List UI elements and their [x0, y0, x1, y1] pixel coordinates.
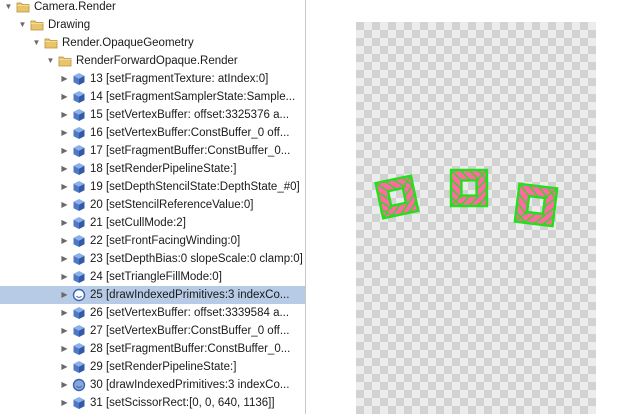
disclosure-collapsed-icon[interactable]: ▶ — [60, 124, 69, 142]
tree-item-label: 30 [drawIndexedPrimitives:3 indexCo... — [90, 379, 290, 391]
cube-icon — [72, 324, 86, 338]
cube-icon — [72, 144, 86, 158]
tree-item-label: 28 [setFragmentBuffer:ConstBuffer_0... — [90, 343, 291, 355]
disclosure-collapsed-icon[interactable]: ▶ — [60, 250, 69, 268]
frame-preview-panel — [306, 0, 619, 414]
command-row[interactable]: ▶ 27 [setVertexBuffer:ConstBuffer_0 off..… — [0, 322, 305, 340]
command-row[interactable]: ▶ 13 [setFragmentTexture: atIndex:0] — [0, 70, 305, 88]
command-row[interactable]: ▶ 19 [setDepthStencilState:DepthState_#0] — [0, 178, 305, 196]
command-row[interactable]: ▶ 29 [setRenderPipelineState:] — [0, 358, 305, 376]
tree-item-label: Drawing — [48, 19, 91, 31]
command-row[interactable]: ▶ 30 [drawIndexedPrimitives:3 indexCo... — [0, 376, 305, 394]
tree-item-label: 14 [setFragmentSamplerState:Sample... — [90, 91, 296, 103]
cube-icon — [72, 306, 86, 320]
disclosure-collapsed-icon[interactable]: ▶ — [60, 286, 69, 304]
tree-item-label: 18 [setRenderPipelineState:] — [90, 163, 237, 175]
tree-item-label: RenderForwardOpaque.Render — [76, 55, 238, 67]
tree-item-label: 15 [setVertexBuffer: offset:3325376 a... — [90, 109, 290, 121]
command-tree[interactable]: ▼ Camera.Render ▼ Drawing ▼ Render.OpaqueGeom… — [0, 0, 306, 414]
cube-icon — [72, 342, 86, 356]
tree-item-label: 16 [setVertexBuffer:ConstBuffer_0 off... — [90, 127, 290, 139]
cube-icon — [72, 72, 86, 86]
tree-item-label: 31 [setScissorRect:[0, 0, 640, 1136]] — [90, 397, 275, 409]
command-row[interactable]: ▶ 31 [setScissorRect:[0, 0, 640, 1136]] — [0, 394, 305, 412]
disclosure-collapsed-icon[interactable]: ▶ — [60, 160, 69, 178]
tree-item-label: 19 [setDepthStencilState:DepthState_#0] — [90, 181, 300, 193]
tree-item-label: 23 [setDepthBias:0 slopeScale:0 clamp:0] — [90, 253, 303, 265]
command-row[interactable]: ▶ 17 [setFragmentBuffer:ConstBuffer_0... — [0, 142, 305, 160]
disclosure-collapsed-icon[interactable]: ▶ — [60, 304, 69, 322]
disclosure-collapsed-icon[interactable]: ▶ — [60, 394, 69, 412]
cube-icon — [72, 270, 86, 284]
command-row[interactable]: ▶ 14 [setFragmentSamplerState:Sample... — [0, 88, 305, 106]
tree-group-row[interactable]: ▼ Camera.Render — [0, 0, 305, 16]
disclosure-collapsed-icon[interactable]: ▶ — [60, 340, 69, 358]
command-row[interactable]: ▶ 16 [setVertexBuffer:ConstBuffer_0 off..… — [0, 124, 305, 142]
command-row[interactable]: ▶ 25 [drawIndexedPrimitives:3 indexCo... — [0, 286, 305, 304]
tree-item-label: 13 [setFragmentTexture: atIndex:0] — [90, 73, 269, 85]
command-row[interactable]: ▶ 22 [setFrontFacingWinding:0] — [0, 232, 305, 250]
command-row[interactable]: ▶ 21 [setCullMode:2] — [0, 214, 305, 232]
folder-icon — [16, 0, 30, 14]
cube-icon — [72, 90, 86, 104]
transparency-checkerboard — [356, 22, 596, 414]
command-row[interactable]: ▶ 15 [setVertexBuffer: offset:3325376 a..… — [0, 106, 305, 124]
folder-icon — [58, 54, 72, 68]
disclosure-collapsed-icon[interactable]: ▶ — [60, 376, 69, 394]
tree-item-label: 24 [setTriangleFillMode:0] — [90, 271, 222, 283]
disclosure-collapsed-icon[interactable]: ▶ — [60, 322, 69, 340]
cube-icon — [72, 180, 86, 194]
tree-item-label: Camera.Render — [34, 1, 116, 13]
render-target-canvas[interactable] — [356, 22, 596, 414]
cube-icon — [72, 126, 86, 140]
folder-icon — [44, 36, 58, 50]
tree-item-label: 26 [setVertexBuffer: offset:3339584 a... — [90, 307, 290, 319]
tree-item-label: 25 [drawIndexedPrimitives:3 indexCo... — [90, 289, 290, 301]
cube-icon — [72, 252, 86, 266]
disclosure-collapsed-icon[interactable]: ▶ — [60, 88, 69, 106]
disclosure-collapsed-icon[interactable]: ▶ — [60, 214, 69, 232]
command-row[interactable]: ▶ 18 [setRenderPipelineState:] — [0, 160, 305, 178]
tree-group-row[interactable]: ▼ Drawing — [0, 16, 305, 34]
tree-item-label: 21 [setCullMode:2] — [90, 217, 186, 229]
disclosure-collapsed-icon[interactable]: ▶ — [60, 106, 69, 124]
tree-group-row[interactable]: ▼ Render.OpaqueGeometry — [0, 34, 305, 52]
command-row[interactable]: ▶ 24 [setTriangleFillMode:0] — [0, 268, 305, 286]
cube-icon — [72, 396, 86, 410]
tree-group-row[interactable]: ▼ RenderForwardOpaque.Render — [0, 52, 305, 70]
tree-item-label: 29 [setRenderPipelineState:] — [90, 361, 237, 373]
draw-call-icon — [72, 378, 86, 392]
command-row[interactable]: ▶ 23 [setDepthBias:0 slopeScale:0 clamp:0… — [0, 250, 305, 268]
tree-item-label: 22 [setFrontFacingWinding:0] — [90, 235, 241, 247]
disclosure-collapsed-icon[interactable]: ▶ — [60, 232, 69, 250]
disclosure-collapsed-icon[interactable]: ▶ — [60, 178, 69, 196]
disclosure-expanded-icon[interactable]: ▼ — [32, 34, 41, 52]
folder-icon — [30, 18, 44, 32]
tree-item-label: 27 [setVertexBuffer:ConstBuffer_0 off... — [90, 325, 290, 337]
disclosure-expanded-icon[interactable]: ▼ — [18, 16, 27, 34]
disclosure-collapsed-icon[interactable]: ▶ — [60, 196, 69, 214]
disclosure-collapsed-icon[interactable]: ▶ — [60, 268, 69, 286]
command-row[interactable]: ▶ 26 [setVertexBuffer: offset:3339584 a..… — [0, 304, 305, 322]
tree-item-label: 20 [setStencilReferenceValue:0] — [90, 199, 254, 211]
cube-icon — [72, 108, 86, 122]
disclosure-expanded-icon[interactable]: ▼ — [4, 0, 13, 16]
tree-item-label: Render.OpaqueGeometry — [62, 37, 194, 49]
draw-call-icon — [72, 288, 86, 302]
cube-icon — [72, 360, 86, 374]
cube-icon — [72, 216, 86, 230]
command-row[interactable]: ▶ 28 [setFragmentBuffer:ConstBuffer_0... — [0, 340, 305, 358]
disclosure-expanded-icon[interactable]: ▼ — [46, 52, 55, 70]
tree-item-label: 17 [setFragmentBuffer:ConstBuffer_0... — [90, 145, 291, 157]
cube-icon — [72, 162, 86, 176]
cube-icon — [72, 198, 86, 212]
cube-icon — [72, 234, 86, 248]
disclosure-collapsed-icon[interactable]: ▶ — [60, 358, 69, 376]
disclosure-collapsed-icon[interactable]: ▶ — [60, 70, 69, 88]
command-row[interactable]: ▶ 20 [setStencilReferenceValue:0] — [0, 196, 305, 214]
disclosure-collapsed-icon[interactable]: ▶ — [60, 142, 69, 160]
